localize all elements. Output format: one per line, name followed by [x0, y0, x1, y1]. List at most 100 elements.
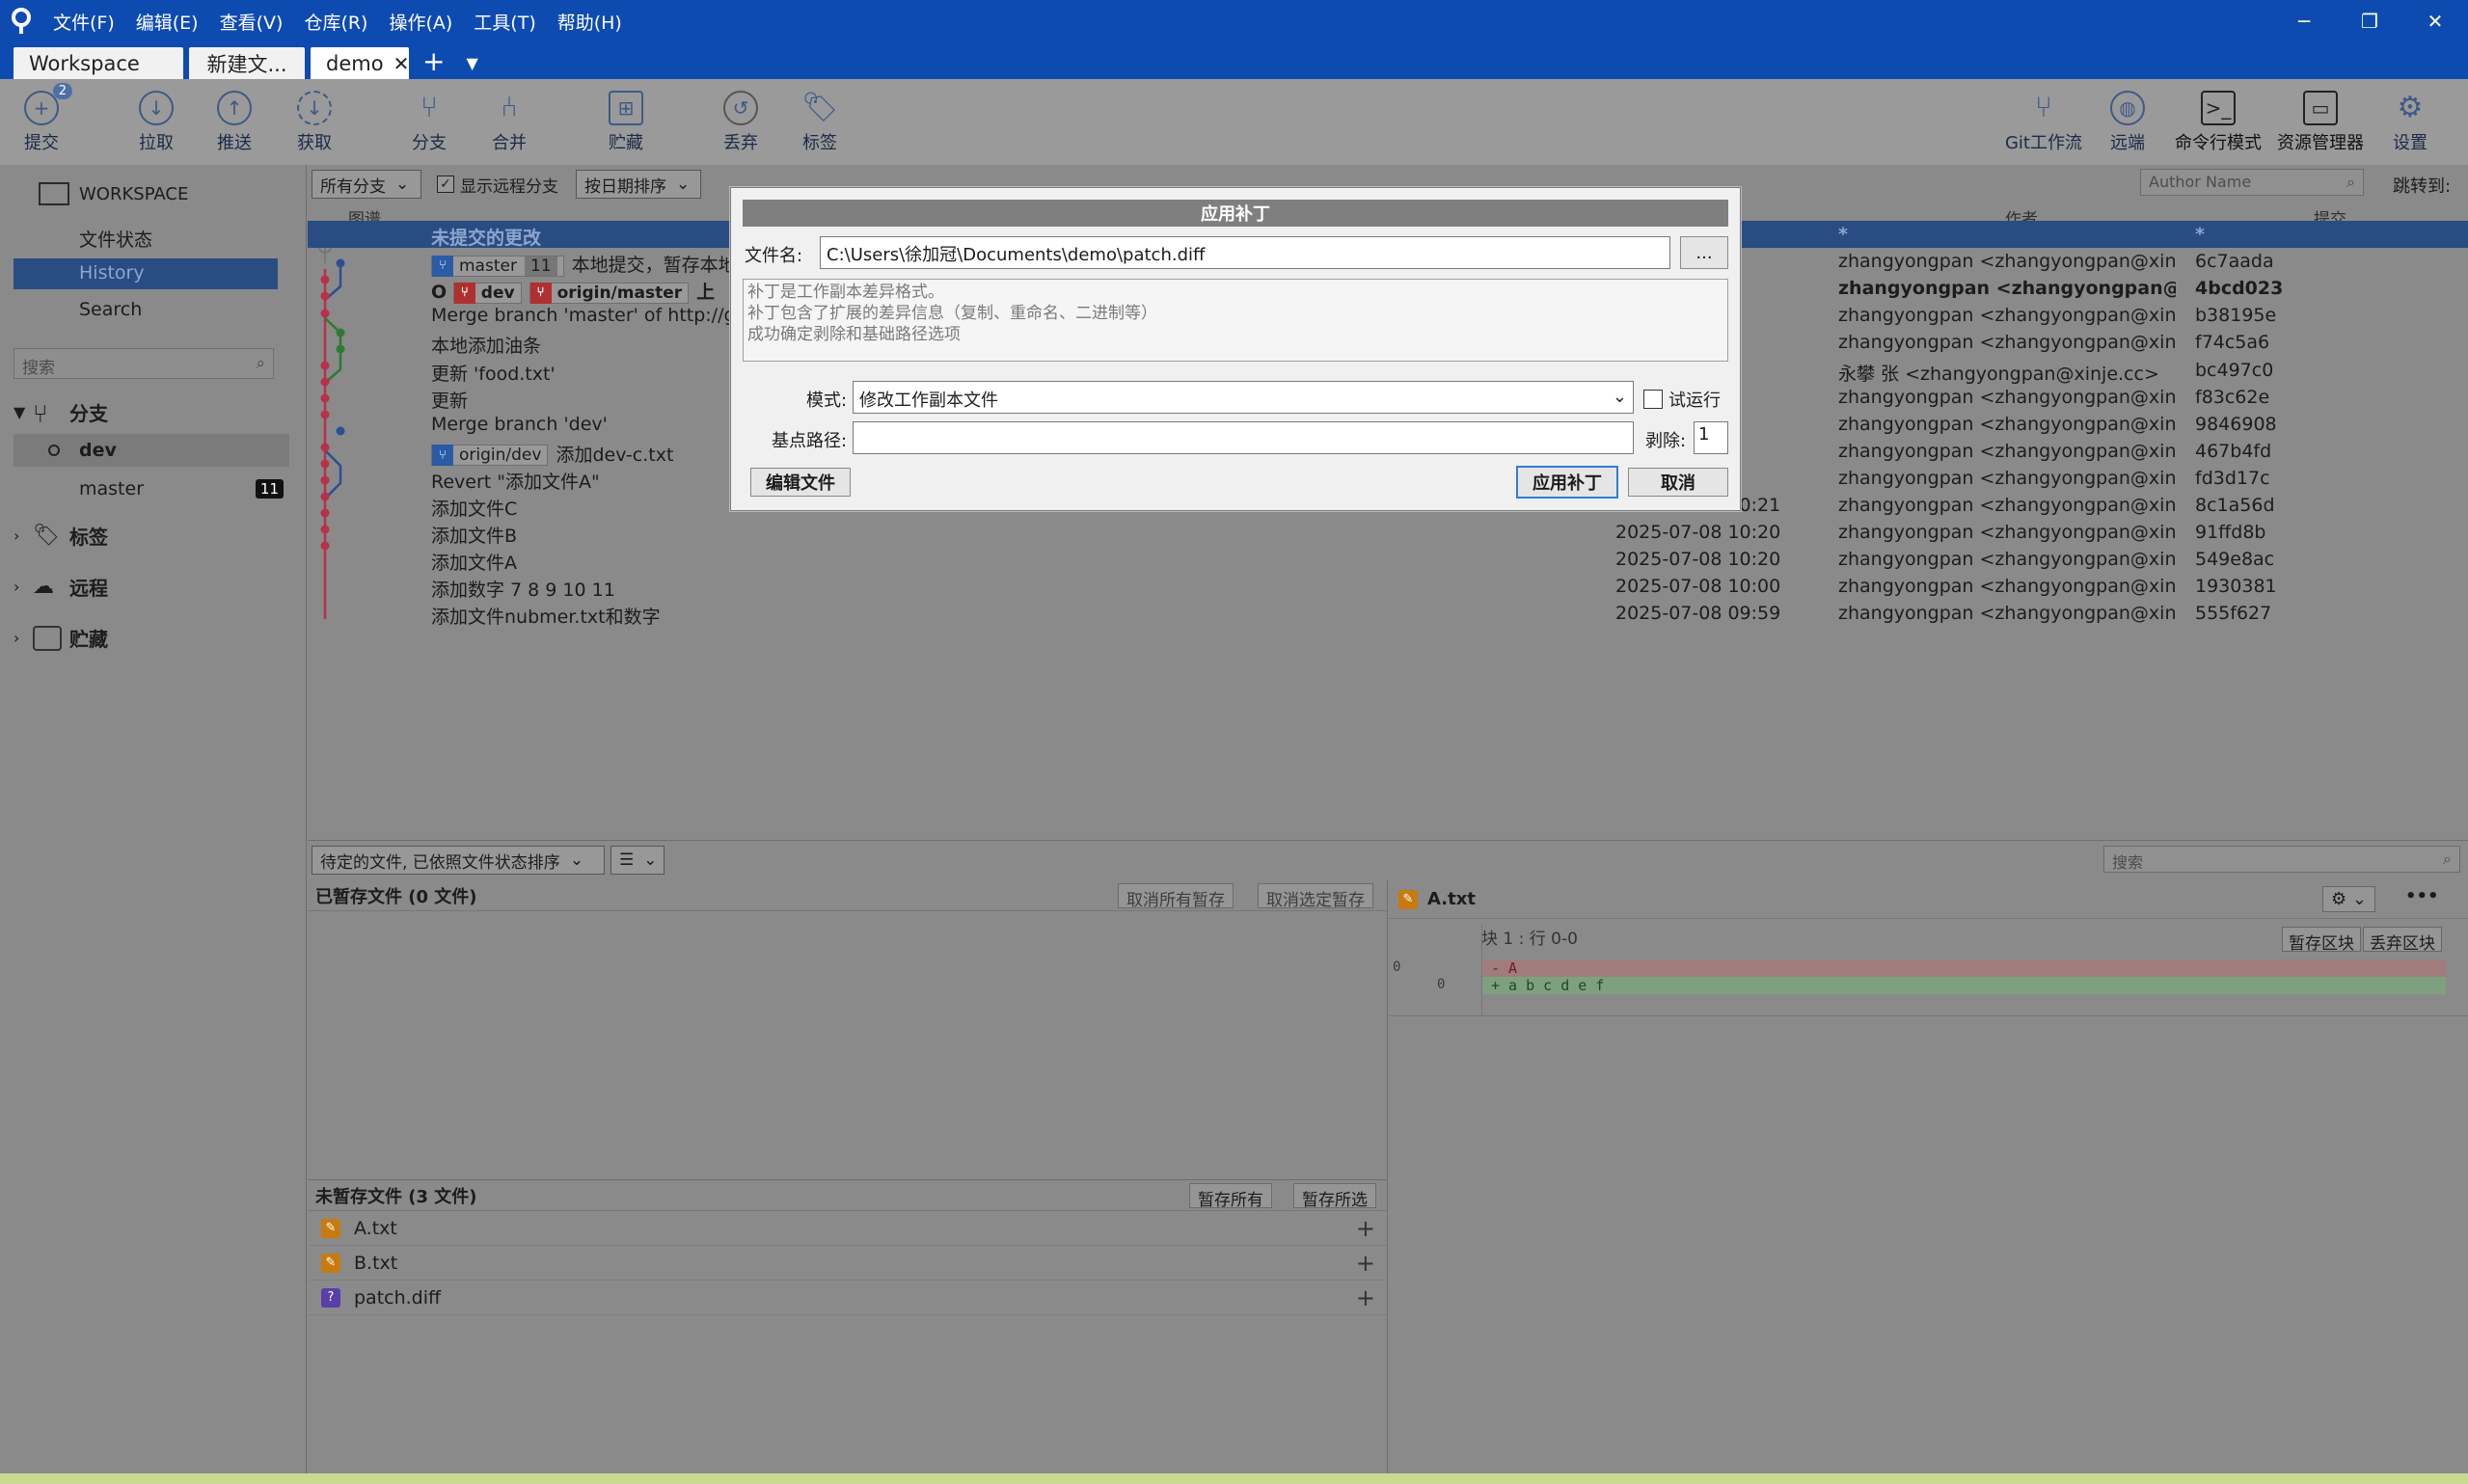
- sidebar-branch-master[interactable]: master 11: [14, 472, 289, 505]
- branch-name: dev: [79, 440, 117, 461]
- file-row-b[interactable]: ✎ B.txt +: [308, 1246, 1387, 1281]
- apply-patch-button[interactable]: 应用补丁: [1516, 466, 1618, 499]
- gitflow-button[interactable]: ⑂ Git工作流: [2000, 79, 2087, 165]
- commit-button[interactable]: +2 提交: [17, 79, 72, 165]
- pull-label: 拉取: [139, 132, 174, 153]
- explorer-button[interactable]: ▭ 资源管理器: [2274, 79, 2367, 165]
- commit-message: Revert "添加文件A": [431, 471, 600, 493]
- browse-button[interactable]: ...: [1680, 236, 1728, 269]
- commit-row[interactable]: 添加文件nubmer.txt和数字 2025-07-08 09:59 zhangyo…: [308, 600, 2468, 628]
- head-marker-icon: O: [431, 282, 453, 304]
- show-remote-checkbox[interactable]: ✓ 显示远程分支: [437, 173, 558, 197]
- dry-run-checkbox[interactable]: 试运行: [1643, 387, 1721, 412]
- stage-hunk-button[interactable]: 暂存区块: [2282, 927, 2361, 954]
- tag-button[interactable]: 🏷 标签: [796, 79, 844, 165]
- discard-hunk-button[interactable]: 丢弃区块: [2363, 927, 2442, 954]
- branch-tag[interactable]: ⑂ origin/dev: [431, 445, 549, 467]
- remotes-section[interactable]: › ☁ 远程: [14, 573, 108, 601]
- chevron-down-icon: ⌄: [676, 175, 691, 194]
- sidebar-item-history[interactable]: History: [14, 258, 278, 289]
- terminal-icon: >_: [2201, 90, 2236, 125]
- stage-file-plus-icon[interactable]: +: [1356, 1250, 1375, 1277]
- branch-button[interactable]: ⑂ 分支: [405, 79, 453, 165]
- tab-workspace[interactable]: Workspace: [14, 47, 183, 79]
- menu-repo[interactable]: 仓库(R): [293, 9, 378, 35]
- sidebar-branch-dev[interactable]: dev: [14, 434, 289, 467]
- sidebar-item-search[interactable]: Search: [79, 299, 142, 320]
- commit-row[interactable]: 添加文件A 2025-07-08 10:20 zhangyongpan <zhang…: [308, 546, 2468, 574]
- tags-section[interactable]: › 🏷 标签: [14, 522, 108, 550]
- add-tab-icon[interactable]: +: [415, 47, 452, 79]
- file-row-a[interactable]: ✎ A.txt +: [308, 1211, 1387, 1246]
- stage-file-plus-icon[interactable]: +: [1356, 1215, 1375, 1242]
- edit-file-button[interactable]: 编辑文件: [750, 468, 851, 497]
- commit-message-cell: O ⑂ dev ⑂ origin/master 上: [431, 278, 715, 304]
- branch-label: 分支: [412, 132, 447, 153]
- menu-view[interactable]: 查看(V): [209, 9, 294, 35]
- commit-row[interactable]: 添加数字 7 8 9 10 11 2025-07-08 10:00 zhangyon…: [308, 573, 2468, 601]
- branch-tag[interactable]: ⑂ origin/master: [529, 282, 690, 304]
- stage-file-plus-icon[interactable]: +: [1356, 1284, 1375, 1311]
- branch-tag[interactable]: ⑂ dev: [452, 282, 522, 304]
- branches-section[interactable]: ▼ ⑂ 分支: [14, 398, 108, 429]
- stage-selected-button[interactable]: 暂存所选: [1293, 1183, 1376, 1210]
- cancel-button[interactable]: 取消: [1628, 468, 1728, 497]
- dry-run-label: 试运行: [1668, 391, 1721, 411]
- tab-list-chevron-icon[interactable]: ▼: [458, 47, 485, 79]
- file-row-patch[interactable]: ? patch.diff +: [308, 1281, 1387, 1315]
- globe-icon: ◍: [2110, 90, 2145, 125]
- settings-button[interactable]: ⚙ 设置: [2386, 79, 2434, 165]
- branch-filter-select[interactable]: 所有分支 ⌄: [312, 170, 421, 199]
- explorer-label: 资源管理器: [2277, 132, 2364, 153]
- chevron-right-icon: ›: [14, 526, 20, 545]
- merge-button[interactable]: ⑃ 合并: [485, 79, 533, 165]
- menu-file[interactable]: 文件(F): [42, 9, 125, 35]
- diff-options-gear-icon[interactable]: ⚙ ⌄: [2322, 886, 2375, 912]
- tag-icon: 🏷: [33, 523, 60, 548]
- file-name: B.txt: [354, 1252, 398, 1274]
- base-path-input[interactable]: [853, 421, 1634, 454]
- stash-button[interactable]: ⊞ 贮藏: [602, 79, 650, 165]
- remote-button[interactable]: ◍ 远端: [2103, 79, 2152, 165]
- unstage-selected-button[interactable]: 取消选定暂存: [1258, 883, 1373, 910]
- patch-file-input[interactable]: C:\Users\徐加冠\Documents\demo\patch.diff: [820, 236, 1670, 269]
- tab-new-file[interactable]: 新建文...: [189, 47, 305, 79]
- fetch-button[interactable]: ↓ 获取: [290, 79, 339, 165]
- menu-tools[interactable]: 工具(T): [463, 9, 546, 35]
- push-button[interactable]: ↑ 推送: [210, 79, 258, 165]
- menu-help[interactable]: 帮助(H): [547, 9, 633, 35]
- pull-button[interactable]: ↓ 拉取: [132, 79, 180, 165]
- menu-actions[interactable]: 操作(A): [378, 9, 463, 35]
- tab-demo[interactable]: demo ✕: [311, 47, 409, 79]
- sidebar-search-input[interactable]: 搜索 ⌕: [14, 348, 274, 379]
- commit-message-cell: Revert "添加文件A": [431, 468, 600, 494]
- workspace-header[interactable]: WORKSPACE: [39, 182, 188, 205]
- sidebar-item-file-status[interactable]: 文件状态: [79, 226, 152, 252]
- commit-hash: bc497c0: [2195, 359, 2274, 381]
- discard-button[interactable]: ↺ 丢弃: [717, 79, 765, 165]
- branch-tag[interactable]: ⑂ master 11: [431, 255, 564, 277]
- push-label: 推送: [217, 132, 252, 153]
- pending-sort-select[interactable]: 待定的文件, 已依照文件状态排序 ⌄: [312, 846, 605, 875]
- close-tab-icon[interactable]: ✕: [393, 52, 410, 75]
- unstage-all-button[interactable]: 取消所有暂存: [1118, 883, 1234, 910]
- more-options-icon[interactable]: •••: [2405, 886, 2439, 906]
- author-placeholder: Author Name: [2149, 173, 2252, 191]
- file-search-input[interactable]: 搜索 ⌕: [2103, 846, 2460, 873]
- stage-all-button[interactable]: 暂存所有: [1189, 1183, 1272, 1210]
- dialog-title: 应用补丁: [743, 200, 1728, 227]
- author-filter-input[interactable]: Author Name ⌕: [2140, 169, 2364, 196]
- commit-icon: +2: [24, 82, 72, 125]
- sort-select[interactable]: 按日期排序 ⌄: [576, 170, 701, 199]
- branch-icon: ⑂: [420, 91, 438, 124]
- terminal-button[interactable]: >_ 命令行模式: [2172, 79, 2265, 165]
- minimize-button[interactable]: ─: [2271, 0, 2337, 42]
- maximize-button[interactable]: ❐: [2337, 0, 2402, 42]
- commit-row[interactable]: 添加文件B 2025-07-08 10:20 zhangyongpan <zhang…: [308, 519, 2468, 547]
- menu-edit[interactable]: 编辑(E): [125, 9, 209, 35]
- close-window-button[interactable]: ✕: [2402, 0, 2468, 42]
- view-mode-select[interactable]: ☰ ⌄: [610, 846, 664, 875]
- stashes-section[interactable]: › 贮藏: [14, 624, 108, 652]
- strip-input[interactable]: 1: [1694, 421, 1728, 454]
- mode-select[interactable]: 修改工作副本文件 ⌄: [853, 381, 1634, 414]
